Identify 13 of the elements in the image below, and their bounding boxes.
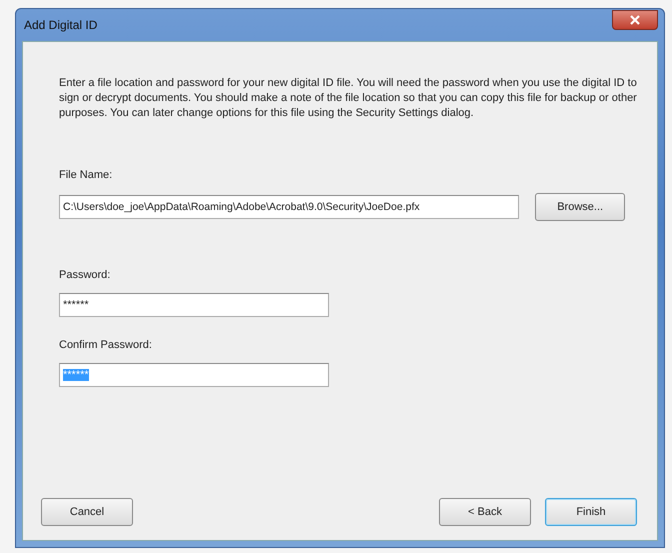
field-label: Password:: [59, 269, 112, 281]
field-label: Confirm Password:: [59, 339, 153, 351]
password-field[interactable]: ******: [59, 293, 329, 317]
browse-button[interactable]: Browse...: [535, 193, 625, 221]
dialog-button[interactable]: < Back: [439, 498, 531, 526]
close-icon: [629, 15, 641, 25]
field-label: File Name:: [59, 169, 114, 181]
window-title: Add Digital ID: [23, 18, 98, 32]
file-name-field[interactable]: C:\Users\doe_joe\AppData\Roaming\Adobe\Acrobat\9.0\Security\JoeDoe.pfx: [59, 195, 520, 219]
instructions-text: Enter a file location and password for your new digital ID file. You will need the password when you use the digital ID to sign or decrypt documents. You should make a note of the file location so that you can copy this file for backup or other purposes. You can later change options for this file using the Security Settings dialog.: [59, 76, 638, 121]
dialog-button[interactable]: Finish: [545, 498, 637, 526]
close-button[interactable]: [612, 10, 658, 30]
dialog-button[interactable]: Cancel: [41, 498, 133, 526]
